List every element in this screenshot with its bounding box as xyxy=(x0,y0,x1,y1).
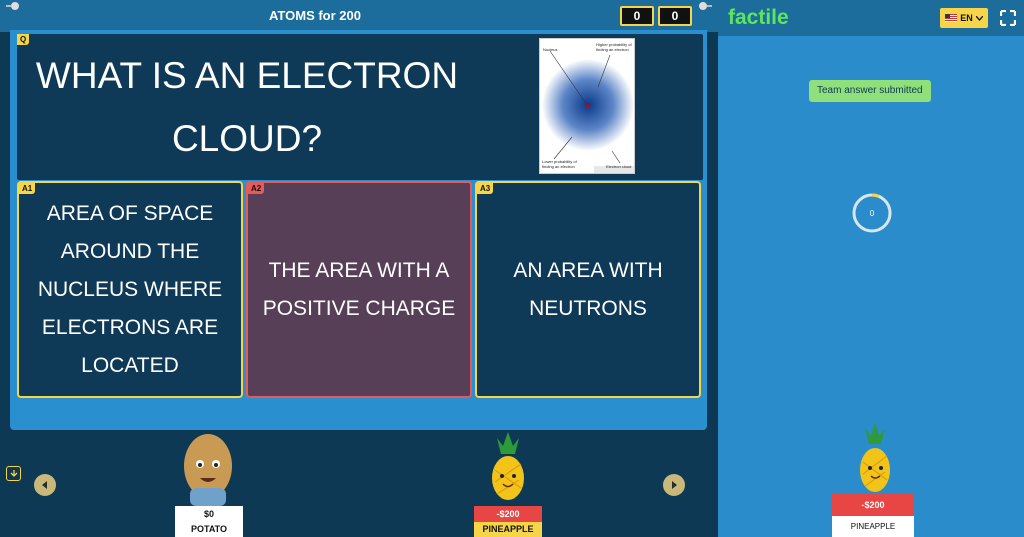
answer-text: THE AREA WITH A POSITIVE CHARGE xyxy=(262,258,456,320)
side-header: factile EN xyxy=(718,0,1024,36)
image-label-cloud: Electron cloud xyxy=(606,164,632,169)
question-text: WHAT IS AN ELECTRON CLOUD? xyxy=(35,55,459,159)
side-panel: factile EN Team answer submitted 0 -$200… xyxy=(718,0,1024,537)
pineapple-avatar xyxy=(492,432,524,500)
us-flag-icon xyxy=(945,14,958,22)
player-pineapple: -$200 PINEAPPLE xyxy=(473,430,543,537)
player-potato: $0 POTATO xyxy=(172,430,243,537)
potato-avatar xyxy=(184,434,232,506)
answer-option-1[interactable]: A1 AREA OF SPACE AROUND THE NUCLEUS WHER… xyxy=(17,181,243,398)
chevron-right-icon xyxy=(672,481,677,489)
language-selector[interactable]: EN xyxy=(940,8,988,28)
answer-option-3[interactable]: A3 AN AREA WITH NEUTRONS xyxy=(475,181,701,398)
chevron-down-icon xyxy=(975,15,983,21)
team-answer-toast: Team answer submitted xyxy=(809,80,931,102)
side-player-tag: -$200 PINEAPPLE xyxy=(832,494,914,537)
chevron-left-icon xyxy=(42,481,47,489)
game-panel: ATOMS for 200 0 0 Q WHAT IS AN ELECTRON … xyxy=(0,0,718,537)
answer-tag: A3 xyxy=(477,183,494,194)
timer-value: 0 xyxy=(870,209,875,218)
answer-option-2[interactable]: A2 THE AREA WITH A POSITIVE CHARGE xyxy=(246,181,472,398)
question-header-bar: ATOMS for 200 0 0 xyxy=(0,0,718,32)
fullscreen-icon[interactable] xyxy=(1000,10,1016,26)
player-amount: $0 xyxy=(175,506,243,522)
image-label-nucleus: Nucleus xyxy=(543,47,558,52)
answer-text: AREA OF SPACE AROUND THE NUCLEUS WHERE E… xyxy=(37,201,223,377)
player-score-tag: $0 POTATO xyxy=(175,506,243,537)
factile-logo: factile xyxy=(728,6,789,29)
timer-ring-icon: 0 xyxy=(852,193,892,233)
player-name: PINEAPPLE xyxy=(832,516,914,537)
question-title: ATOMS for 200 xyxy=(269,8,361,23)
image-label-lower: Lower probability of finding an electron xyxy=(542,159,577,169)
scroll-right-button[interactable] xyxy=(663,474,685,496)
player-amount: -$200 xyxy=(832,494,914,516)
scroll-left-button[interactable] xyxy=(34,474,56,496)
answer-text: AN AREA WITH NEUTRONS xyxy=(513,258,663,320)
player-score-tag: -$200 PINEAPPLE xyxy=(474,506,542,537)
electron-cloud-diagram xyxy=(542,50,634,173)
team-score-2: 0 xyxy=(658,6,692,26)
answer-tag: A1 xyxy=(19,183,36,194)
language-label: EN xyxy=(960,13,973,23)
electron-cloud-image[interactable]: Nucleus Higher probability of finding an… xyxy=(539,38,635,174)
team-score-1: 0 xyxy=(620,6,654,26)
pineapple-avatar xyxy=(860,422,890,492)
pin-icon xyxy=(699,2,712,10)
answer-timer: 0 xyxy=(851,192,893,234)
player-name: POTATO xyxy=(175,522,243,537)
image-label-higher: Higher probability of finding an electro… xyxy=(596,42,632,52)
question-card: Q WHAT IS AN ELECTRON CLOUD? Nucleus Hig… xyxy=(17,34,703,180)
question-board: Q WHAT IS AN ELECTRON CLOUD? Nucleus Hig… xyxy=(10,30,707,430)
player-name: PINEAPPLE xyxy=(474,522,542,537)
player-amount: -$200 xyxy=(474,506,542,522)
download-icon[interactable] xyxy=(6,466,21,481)
answer-tag: A2 xyxy=(248,183,265,194)
